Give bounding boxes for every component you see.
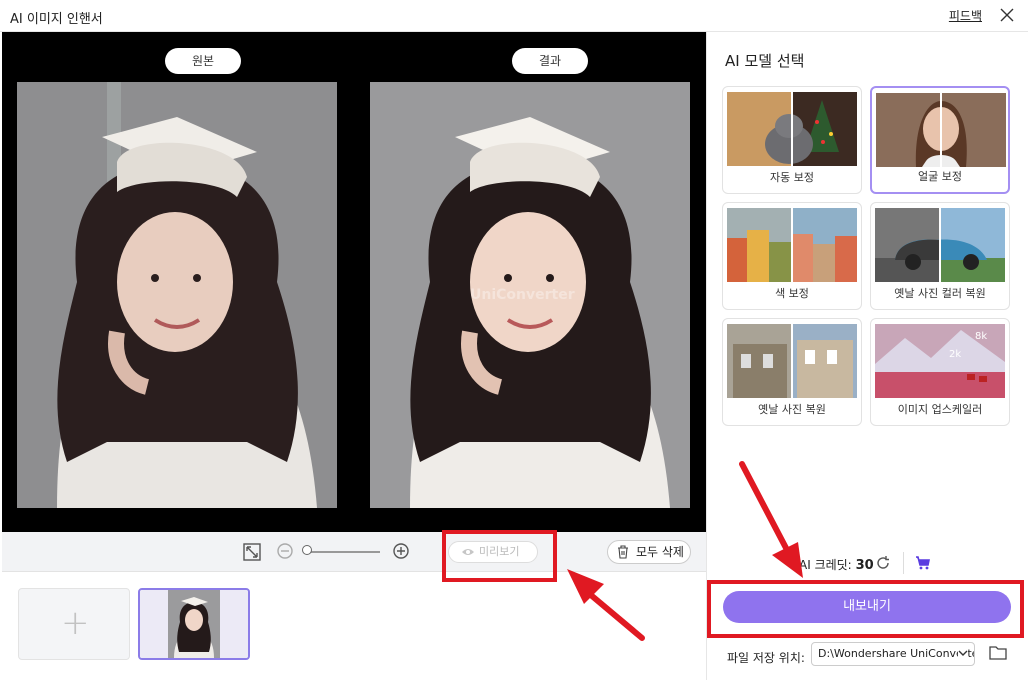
title-bar: AI 이미지 인핸서 피드백 <box>0 0 1028 32</box>
result-label: 결과 <box>512 48 588 74</box>
plus-icon: + <box>61 603 90 643</box>
ai-credits: AI 크레딧: 30 <box>799 556 874 573</box>
model-card-colorize[interactable]: 옛날 사진 컬러 복원 <box>870 202 1010 310</box>
model-label-color: 색 보정 <box>775 287 809 300</box>
model-thumb-restore <box>727 324 857 398</box>
annotation-box-export <box>707 580 1024 638</box>
fit-screen-icon[interactable] <box>242 542 262 562</box>
feedback-link[interactable]: 피드백 <box>949 7 982 24</box>
refresh-icon[interactable] <box>875 555 891 571</box>
window-title: AI 이미지 인핸서 <box>10 12 103 27</box>
model-thumb-color <box>727 208 857 282</box>
zoom-slider-track[interactable] <box>304 551 380 553</box>
model-label-face: 얼굴 보정 <box>918 170 962 183</box>
preview-toolbar: 미리보기 모두 삭제 <box>2 532 706 572</box>
zoom-in-icon[interactable] <box>392 542 412 562</box>
credits-value: 30 <box>855 558 874 573</box>
result-photo: UniConverter <box>370 82 690 508</box>
cart-icon[interactable] <box>915 555 931 571</box>
zoom-out-icon[interactable] <box>276 542 296 562</box>
panel-title: AI 모델 선택 <box>725 52 805 70</box>
model-thumb-face <box>876 93 1006 167</box>
folder-icon[interactable] <box>989 644 1007 660</box>
original-label: 원본 <box>165 48 241 74</box>
model-label-upscale: 이미지 업스케일러 <box>897 403 983 416</box>
model-label-auto: 자동 보정 <box>770 171 814 184</box>
annotation-box-preview <box>442 530 557 582</box>
zoom-slider-knob[interactable] <box>302 545 312 555</box>
preview-area: 원본 결과 UniConverter <box>2 32 706 532</box>
badge-2k: 2k <box>949 349 962 360</box>
watermark-text: UniConverter <box>470 287 575 303</box>
trash-icon <box>618 545 628 559</box>
delete-all-label: 모두 삭제 <box>636 545 684 559</box>
save-location-label: 파일 저장 위치: <box>727 651 805 665</box>
credits-label: AI 크레딧: <box>799 558 852 572</box>
badge-8k: 8k <box>975 331 988 342</box>
image-thumbnail[interactable] <box>138 588 250 660</box>
close-icon[interactable] <box>998 6 1016 24</box>
model-card-face[interactable]: 얼굴 보정 <box>870 86 1010 194</box>
thumbnail-strip: + <box>2 572 706 680</box>
model-label-restore: 옛날 사진 복원 <box>758 403 826 416</box>
model-thumb-auto <box>727 92 857 166</box>
delete-all-button[interactable]: 모두 삭제 <box>607 540 691 564</box>
original-photo <box>17 82 337 508</box>
save-location-select[interactable]: D:\Wondershare UniConverter <box>811 642 975 666</box>
model-thumb-colorize <box>875 208 1005 282</box>
chevron-down-icon <box>958 648 968 658</box>
model-card-upscale[interactable]: 8k 2k 이미지 업스케일러 <box>870 318 1010 426</box>
divider <box>903 552 904 574</box>
model-card-color[interactable]: 색 보정 <box>722 202 862 310</box>
model-label-colorize: 옛날 사진 컬러 복원 <box>894 287 986 300</box>
model-card-restore[interactable]: 옛날 사진 복원 <box>722 318 862 426</box>
add-image-button[interactable]: + <box>18 588 130 660</box>
model-card-auto[interactable]: 자동 보정 <box>722 86 862 194</box>
save-location-value: D:\Wondershare UniConverter <box>818 647 975 660</box>
